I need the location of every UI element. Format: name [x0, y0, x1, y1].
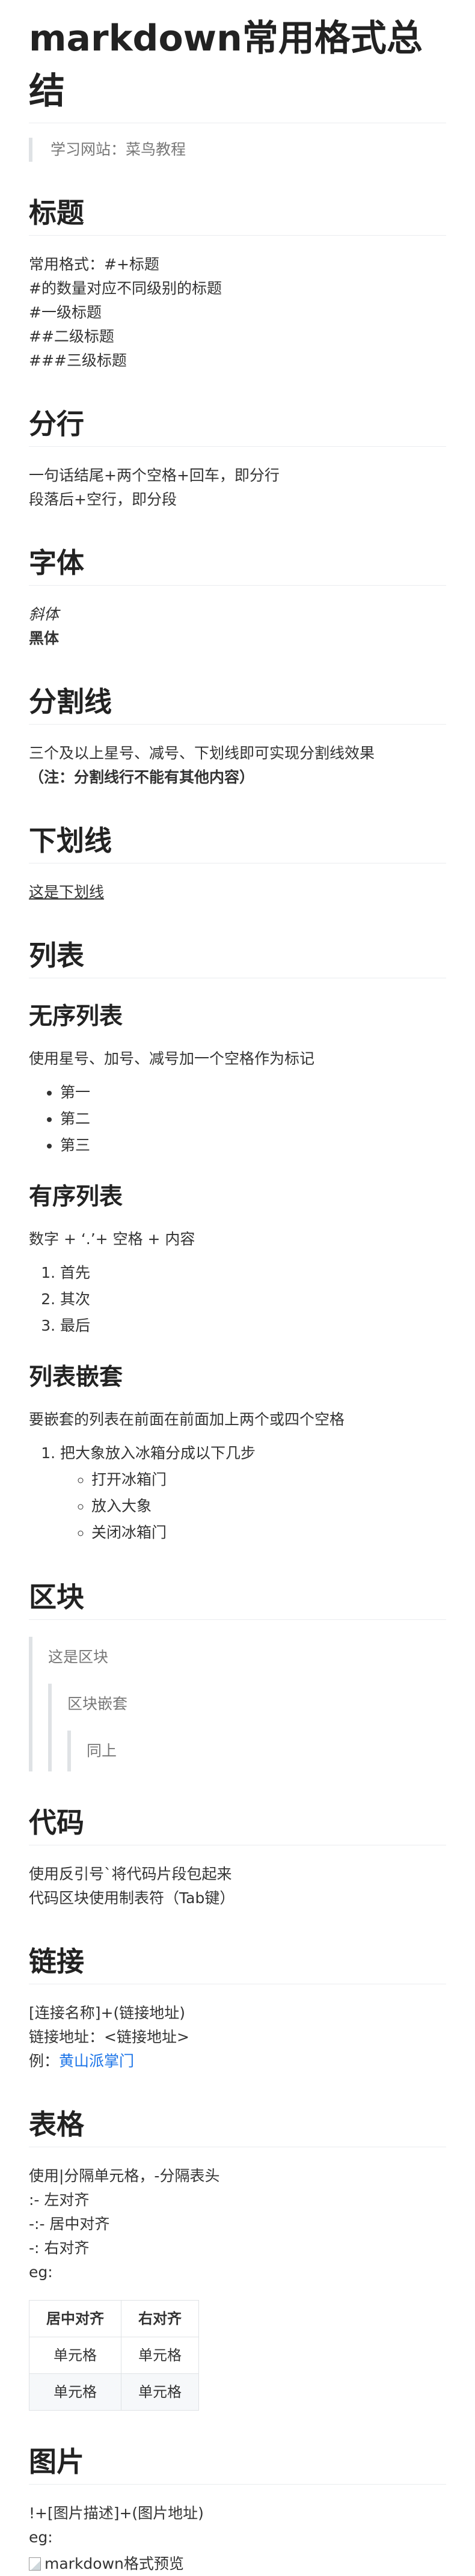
- section-heading-images: 图片: [29, 2443, 446, 2485]
- italic-text: 斜体: [29, 606, 60, 623]
- blockquote-text: 区块嵌套: [67, 1695, 128, 1713]
- broken-image: markdown格式预览: [29, 2552, 446, 2576]
- table-line: 使用|分隔单元格，-分隔表头: [29, 2167, 220, 2185]
- linebreak-line: 段落后+空行，即分段: [29, 491, 177, 508]
- bold-text: 黑体: [29, 630, 60, 647]
- links-paragraph: [连接名称]+(链接地址) 链接地址：<链接地址> 例：黄山派掌门: [29, 2001, 446, 2073]
- nested-list-description: 要嵌套的列表在前面在前面加上两个或四个空格: [29, 1411, 345, 1428]
- image-alt-text: markdown格式预览: [44, 2555, 184, 2572]
- divider-description: 三个及以上星号、减号、下划线即可实现分割线效果: [29, 744, 375, 762]
- blockquote-level-3: 同上: [67, 1731, 446, 1771]
- unordered-list: 第一 第二 第三: [29, 1079, 446, 1159]
- table-header-cell: 右对齐: [121, 2300, 199, 2337]
- image-example-label: eg:: [29, 2528, 53, 2546]
- blockquote-text: 这是区块: [48, 1648, 109, 1666]
- ordered-list-description: 数字 + ‘.’+ 空格 + 内容: [29, 1230, 195, 1248]
- list-item-label: 把大象放入冰箱分成以下几步: [60, 1444, 256, 1462]
- table-cell: 单元格: [29, 2337, 121, 2374]
- link-example-prefix: 例：: [29, 2052, 60, 2070]
- linebreak-line: 一句话结尾+两个空格+回车，即分行: [29, 467, 280, 484]
- table-paragraph: 使用|分隔单元格，-分隔表头 :- 左对齐 -:- 居中对齐 -: 右对齐 eg…: [29, 2164, 446, 2284]
- list-item: 把大象放入冰箱分成以下几步 打开冰箱门 放入大象 关闭冰箱门: [60, 1440, 446, 1546]
- list-item: 打开冰箱门: [91, 1467, 446, 1493]
- section-heading-font: 字体: [29, 544, 446, 586]
- table-cell: 单元格: [29, 2373, 121, 2411]
- section-heading-linebreak: 分行: [29, 405, 446, 447]
- code-line: 使用反引号`将代码片段包起来: [29, 1865, 232, 1883]
- subheading-unordered-list: 无序列表: [29, 1003, 123, 1030]
- image-syntax: !+[图片描述]+(图片地址): [29, 2504, 204, 2522]
- list-item: 最后: [60, 1313, 446, 1339]
- nested-ordered-list: 把大象放入冰箱分成以下几步 打开冰箱门 放入大象 关闭冰箱门: [29, 1440, 446, 1546]
- titles-paragraph: 常用格式：#+标题 #的数量对应不同级别的标题 #一级标题 ##二级标题 ###…: [29, 253, 446, 373]
- list-item: 放入大象: [91, 1493, 446, 1520]
- section-heading-lists: 列表: [29, 937, 446, 978]
- blockquote-text: 同上: [87, 1742, 117, 1759]
- code-line: 代码区块使用制表符（Tab键）: [29, 1889, 235, 1907]
- link-syntax: [连接名称]+(链接地址): [29, 2004, 185, 2022]
- divider-note: （注：分割线行不能有其他内容）: [29, 768, 255, 786]
- divider-paragraph: 三个及以上星号、减号、下划线即可实现分割线效果 （注：分割线行不能有其他内容）: [29, 741, 446, 790]
- linebreak-paragraph: 一句话结尾+两个空格+回车，即分行 段落后+空行，即分段: [29, 464, 446, 512]
- subheading-nested-list: 列表嵌套: [29, 1364, 123, 1391]
- section-heading-code: 代码: [29, 1804, 446, 1845]
- font-paragraph: 斜体 黑体: [29, 603, 446, 651]
- table-cell: 单元格: [121, 2373, 199, 2411]
- list-item: 第三: [60, 1132, 446, 1159]
- ordered-list: 首先 其次 最后: [29, 1260, 446, 1339]
- nested-unordered-list: 打开冰箱门 放入大象 关闭冰箱门: [60, 1467, 446, 1546]
- section-heading-underline: 下划线: [29, 822, 446, 863]
- list-item: 首先: [60, 1260, 446, 1286]
- table-header-row: 居中对齐 右对齐: [29, 2300, 199, 2337]
- list-item: 第二: [60, 1106, 446, 1132]
- section-heading-links: 链接: [29, 1943, 446, 1984]
- list-item: 第一: [60, 1079, 446, 1106]
- titles-line: ###三级标题: [29, 352, 127, 369]
- page-title: markdown常用格式总结: [29, 0, 446, 123]
- image-paragraph: !+[图片描述]+(图片地址) eg:: [29, 2501, 446, 2550]
- link-example-line: 例：黄山派掌门: [29, 2049, 446, 2073]
- link-address-syntax: 链接地址：<链接地址>: [29, 2028, 189, 2046]
- section-heading-divider: 分割线: [29, 683, 446, 725]
- underline-paragraph: 这是下划线: [29, 880, 446, 904]
- code-paragraph: 使用反引号`将代码片段包起来 代码区块使用制表符（Tab键）: [29, 1862, 446, 1910]
- table-line: -:- 居中对齐: [29, 2215, 110, 2233]
- subheading-ordered-list: 有序列表: [29, 1183, 123, 1210]
- underlined-text: 这是下划线: [29, 883, 105, 901]
- table-row: 单元格 单元格: [29, 2373, 199, 2411]
- table-line: eg:: [29, 2263, 53, 2281]
- blockquote-level-2: 区块嵌套 同上: [48, 1684, 446, 1771]
- titles-line: #的数量对应不同级别的标题: [29, 280, 222, 297]
- section-heading-titles: 标题: [29, 194, 446, 236]
- unordered-list-description: 使用星号、加号、减号加一个空格作为标记: [29, 1050, 315, 1067]
- table-header-cell: 居中对齐: [29, 2300, 121, 2337]
- titles-line: ##二级标题: [29, 328, 114, 345]
- example-table: 居中对齐 右对齐 单元格 单元格 单元格 单元格: [29, 2300, 199, 2411]
- intro-text: 学习网站：菜鸟教程: [51, 141, 186, 158]
- table-cell: 单元格: [121, 2337, 199, 2374]
- list-item: 其次: [60, 1286, 446, 1313]
- titles-line: #一级标题: [29, 304, 102, 321]
- blockquote-level-1: 这是区块 区块嵌套 同上: [29, 1637, 446, 1771]
- section-heading-blocks: 区块: [29, 1578, 446, 1620]
- table-row: 单元格 单元格: [29, 2337, 199, 2374]
- table-line: -: 右对齐: [29, 2239, 90, 2257]
- list-item: 关闭冰箱门: [91, 1520, 446, 1546]
- intro-blockquote: 学习网站：菜鸟教程: [29, 138, 446, 162]
- example-link[interactable]: 黄山派掌门: [59, 2052, 134, 2070]
- markdown-document: markdown常用格式总结 学习网站：菜鸟教程 标题 常用格式：#+标题 #的…: [0, 0, 475, 2572]
- broken-image-icon: [29, 2557, 41, 2571]
- section-heading-table: 表格: [29, 2106, 446, 2147]
- table-line: :- 左对齐: [29, 2191, 90, 2209]
- titles-line: 常用格式：#+标题: [29, 256, 159, 273]
